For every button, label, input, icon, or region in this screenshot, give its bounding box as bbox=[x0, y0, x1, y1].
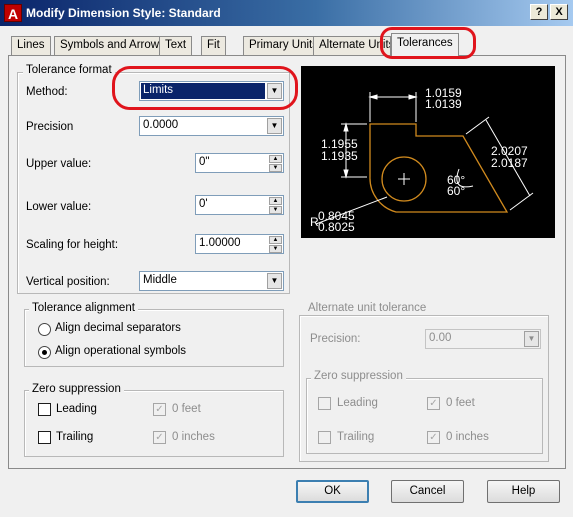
zero-feet-label: 0 feet bbox=[172, 403, 201, 415]
chevron-down-icon[interactable]: ▼ bbox=[267, 273, 282, 289]
zero-suppression-title: Zero suppression bbox=[29, 383, 124, 395]
preview-left-lower: 1.1935 bbox=[321, 149, 358, 163]
leading-label[interactable]: Leading bbox=[56, 403, 97, 415]
spin-down-icon[interactable]: ▼ bbox=[269, 245, 282, 253]
tolerance-alignment-group bbox=[24, 309, 284, 367]
vertical-position-dropdown[interactable]: Middle ▼ bbox=[139, 271, 284, 291]
align-operational-radio[interactable] bbox=[38, 346, 51, 359]
alt-precision-dropdown[interactable]: 0.00 ▼ bbox=[425, 329, 541, 349]
tab-fit[interactable]: Fit bbox=[201, 36, 226, 55]
precision-dropdown[interactable]: 0.0000 ▼ bbox=[139, 116, 284, 136]
lower-value-spinner[interactable]: 0' ▲ ▼ bbox=[195, 195, 284, 215]
help-title-button[interactable]: ? bbox=[530, 4, 548, 20]
zero-inches-checkbox[interactable]: ✓ bbox=[153, 431, 166, 444]
spin-down-icon[interactable]: ▼ bbox=[269, 206, 282, 214]
upper-value-spinner[interactable]: 0" ▲ ▼ bbox=[195, 153, 284, 173]
scaling-height-input[interactable]: 1.00000 bbox=[199, 237, 241, 249]
tolerance-format-title: Tolerance format bbox=[23, 64, 115, 76]
zero-feet-checkbox[interactable]: ✓ bbox=[153, 403, 166, 416]
vertical-position-label: Vertical position: bbox=[26, 276, 110, 288]
radio-selected-dot bbox=[42, 350, 47, 355]
spin-up-icon[interactable]: ▲ bbox=[269, 155, 282, 163]
autocad-app-icon: A bbox=[4, 4, 22, 22]
alt-trailing-label: Trailing bbox=[337, 431, 375, 443]
alt-zero-feet-checkbox[interactable]: ✓ bbox=[427, 397, 440, 410]
alt-trailing-checkbox[interactable] bbox=[318, 431, 331, 444]
alt-precision-value: 0.00 bbox=[429, 332, 452, 344]
alt-zero-inches-checkbox[interactable]: ✓ bbox=[427, 431, 440, 444]
align-decimal-radio[interactable] bbox=[38, 323, 51, 336]
alt-leading-checkbox[interactable] bbox=[318, 397, 331, 410]
title-bar: A Modify Dimension Style: Standard ? X bbox=[0, 0, 573, 26]
help-button[interactable]: Help bbox=[487, 480, 560, 503]
preview-panel: 1.0159 1.0139 1.1955 1.1935 2.0207 2.018… bbox=[301, 66, 555, 238]
cancel-button[interactable]: Cancel bbox=[391, 480, 464, 503]
chevron-down-icon[interactable]: ▼ bbox=[524, 331, 539, 347]
scaling-height-label: Scaling for height: bbox=[26, 239, 119, 251]
precision-value: 0.0000 bbox=[143, 119, 179, 131]
scaling-height-spinner[interactable]: 1.00000 ▲ ▼ bbox=[195, 234, 284, 254]
preview-top-lower: 1.0139 bbox=[425, 97, 462, 111]
alt-leading-label: Leading bbox=[337, 397, 378, 409]
tab-text[interactable]: Text bbox=[159, 36, 193, 55]
alt-precision-label: Precision: bbox=[310, 333, 361, 345]
alt-zero-feet-label: 0 feet bbox=[446, 397, 475, 409]
precision-label: Precision bbox=[26, 121, 74, 133]
zero-inches-label: 0 inches bbox=[172, 431, 215, 443]
trailing-checkbox[interactable] bbox=[38, 431, 51, 444]
lower-value-input[interactable]: 0' bbox=[199, 198, 208, 210]
trailing-label[interactable]: Trailing bbox=[56, 431, 93, 443]
spin-down-icon[interactable]: ▼ bbox=[269, 164, 282, 172]
alternate-unit-tolerance-title: Alternate unit tolerance bbox=[305, 302, 430, 314]
zero-suppression-group bbox=[24, 390, 284, 457]
alt-zero-suppression-title: Zero suppression bbox=[311, 370, 406, 382]
preview-right-lower: 2.0187 bbox=[491, 156, 528, 170]
align-decimal-label[interactable]: Align decimal separators bbox=[55, 322, 181, 334]
align-operational-label[interactable]: Align operational symbols bbox=[55, 345, 186, 357]
dimension-preview-drawing: 1.0159 1.0139 1.1955 1.1935 2.0207 2.018… bbox=[310, 86, 534, 234]
preview-angle-lower: 60° bbox=[447, 184, 465, 198]
tab-lines[interactable]: Lines bbox=[11, 36, 51, 55]
upper-value-label: Upper value: bbox=[26, 158, 92, 170]
chevron-down-icon[interactable]: ▼ bbox=[267, 118, 282, 134]
tab-symbols-and-arrows[interactable]: Symbols and Arrows bbox=[54, 36, 171, 55]
alt-zero-inches-label: 0 inches bbox=[446, 431, 489, 443]
method-highlight bbox=[112, 66, 298, 110]
close-window-button[interactable]: X bbox=[550, 4, 568, 20]
spin-up-icon[interactable]: ▲ bbox=[269, 197, 282, 205]
method-label: Method: bbox=[26, 86, 68, 98]
tolerance-alignment-title: Tolerance alignment bbox=[29, 302, 138, 314]
preview-part-outline bbox=[369, 123, 509, 213]
leading-checkbox[interactable] bbox=[38, 403, 51, 416]
window-title: Modify Dimension Style: Standard bbox=[26, 6, 221, 20]
vertical-position-value: Middle bbox=[143, 274, 177, 286]
preview-radius-lower: 0.8025 bbox=[318, 220, 355, 234]
ok-button[interactable]: OK bbox=[296, 480, 369, 503]
tolerances-tab-highlight bbox=[380, 27, 476, 59]
upper-value-input[interactable]: 0" bbox=[199, 156, 209, 168]
lower-value-label: Lower value: bbox=[26, 201, 92, 213]
spin-up-icon[interactable]: ▲ bbox=[269, 236, 282, 244]
tab-primary-units[interactable]: Primary Units bbox=[243, 36, 325, 55]
